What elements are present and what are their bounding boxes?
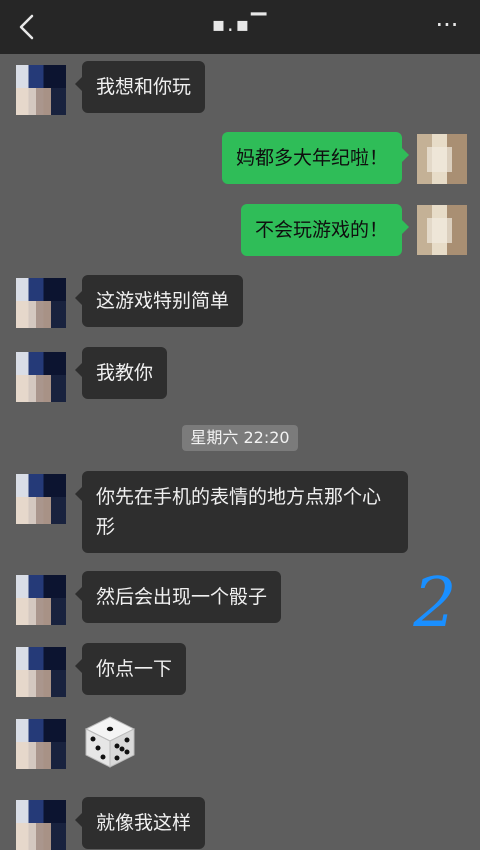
friend-avatar[interactable] — [16, 352, 66, 402]
friend-avatar[interactable] — [16, 575, 66, 625]
my-avatar[interactable] — [417, 205, 467, 255]
message-bubble[interactable]: 我教你 — [74, 347, 168, 399]
friend-avatar[interactable] — [16, 65, 66, 115]
dice-icon[interactable] — [82, 713, 138, 769]
friend-avatar[interactable] — [16, 800, 66, 850]
message-bubble[interactable]: 然后会出现一个骰子 — [74, 571, 282, 623]
message-bubble[interactable]: 就像我这样 — [74, 797, 206, 849]
chat-title: ▪.▪▔ — [211, 12, 269, 36]
friend-avatar[interactable] — [16, 278, 66, 328]
message-bubble[interactable]: 不会玩游戏的！ — [240, 204, 410, 256]
message-bubble[interactable]: 你先在手机的表情的地方点那个心形 — [75, 471, 408, 553]
timestamp: 星期六 22:20 — [182, 425, 298, 451]
annotation-number: 2 — [412, 568, 456, 638]
message-bubble[interactable]: 这游戏特别简单 — [74, 275, 244, 327]
chat-header: ▪.▪▔ ··· — [0, 0, 480, 54]
more-dots-icon[interactable]: ··· — [432, 10, 462, 40]
message-bubble[interactable]: 妈都多大年纪啦！ — [221, 132, 410, 184]
handwritten-annotation: 2 — [412, 568, 456, 638]
friend-avatar[interactable] — [16, 474, 66, 524]
friend-avatar[interactable] — [16, 647, 66, 697]
friend-avatar[interactable] — [16, 719, 66, 769]
message-bubble[interactable]: 我想和你玩 — [74, 61, 206, 113]
my-avatar[interactable] — [417, 134, 467, 184]
message-bubble[interactable]: 你点一下 — [74, 643, 187, 695]
